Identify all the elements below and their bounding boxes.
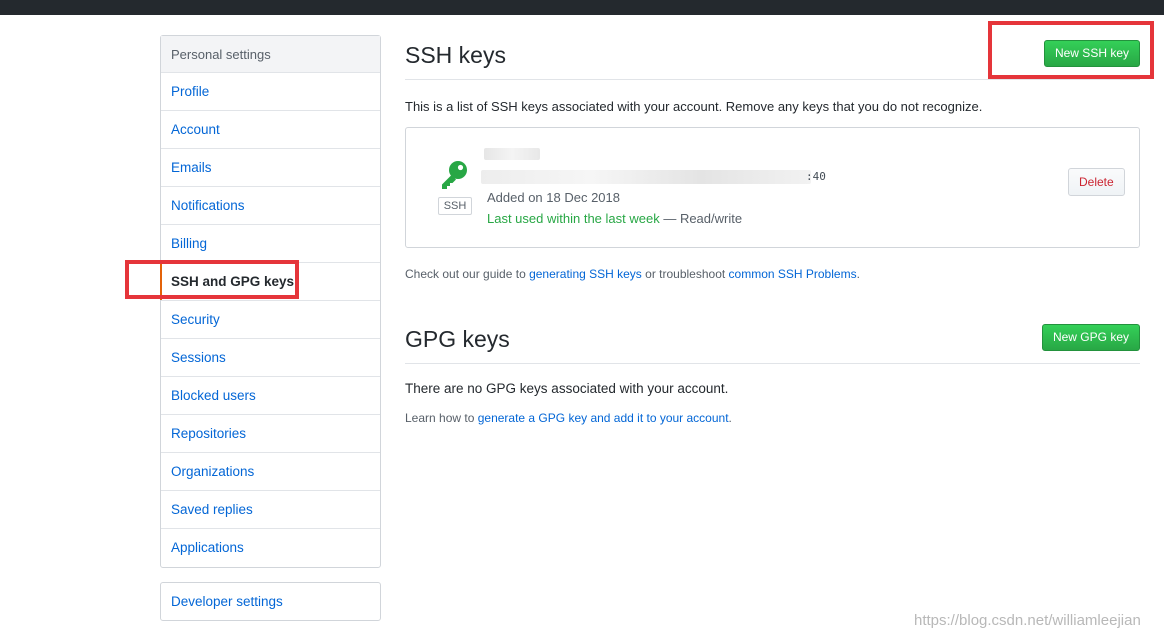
sidebar-heading: Personal settings [161,36,380,73]
ssh-keys-header: SSH keys New SSH key [405,35,1140,80]
ssh-keys-title: SSH keys [405,42,506,68]
sidebar-item-blocked-users[interactable]: Blocked users [161,377,380,415]
key-icon [442,161,467,189]
main-content: SSH keys New SSH key This is a list of S… [405,35,1140,425]
ssh-guide-suffix: . [856,267,860,281]
sidebar-item-billing[interactable]: Billing [161,225,380,263]
ssh-guide-note: Check out our guide to generating SSH ke… [405,267,1140,281]
sidebar-item-organizations[interactable]: Organizations [161,453,380,491]
new-ssh-key-button[interactable]: New SSH key [1043,40,1140,67]
ssh-keys-description: This is a list of SSH keys associated wi… [405,99,983,114]
ssh-guide-prefix: Check out our guide to [405,267,530,281]
sidebar-item-saved-replies[interactable]: Saved replies [161,491,380,529]
common-ssh-problems-link[interactable]: common SSH Problems [729,267,857,281]
new-gpg-key-button[interactable]: New GPG key [1041,324,1140,351]
top-header-bar [0,0,1164,15]
ssh-type-label: SSH [438,197,472,215]
key-last-used: Last used within the last week — Read/wr… [487,211,742,226]
sidebar-item-repositories[interactable]: Repositories [161,415,380,453]
gpg-keys-title: GPG keys [405,326,510,352]
sidebar-item-ssh-gpg-keys[interactable]: SSH and GPG keys [160,263,380,301]
sidebar-item-profile[interactable]: Profile [161,73,380,111]
sidebar-item-account[interactable]: Account [161,111,380,149]
key-fingerprint-redacted [481,170,811,184]
watermark-text: https://blog.csdn.net/williamleejian [914,612,1141,629]
gpg-learn-prefix: Learn how to [405,411,478,425]
key-last-used-text: Last used within the last week [487,211,660,226]
sidebar-item-developer-settings[interactable]: Developer settings [160,582,381,621]
sidebar-item-security[interactable]: Security [161,301,380,339]
gpg-learn-suffix: . [728,411,732,425]
generating-ssh-keys-link[interactable]: generating SSH keys [529,267,642,281]
gpg-empty-message: There are no GPG keys associated with yo… [405,381,729,396]
key-access-level: — Read/write [659,211,743,226]
gpg-keys-header: GPG keys New GPG key [405,319,1140,364]
key-title-redacted [484,148,540,160]
ssh-key-list-item: SSH :40 Added on 18 Dec 2018 Last used w… [405,127,1140,248]
sidebar-item-notifications[interactable]: Notifications [161,187,380,225]
sidebar-item-sessions[interactable]: Sessions [161,339,380,377]
settings-sidebar: Personal settings Profile Account Emails… [160,35,381,568]
key-added-date: Added on 18 Dec 2018 [487,190,620,205]
delete-key-button[interactable]: Delete [1068,168,1125,196]
key-fingerprint-tail: :40 [806,170,826,183]
gpg-learn-note: Learn how to generate a GPG key and add … [405,411,1140,425]
sidebar-item-applications[interactable]: Applications [161,529,380,567]
ssh-guide-middle: or troubleshoot [641,267,729,281]
sidebar-item-emails[interactable]: Emails [161,149,380,187]
generate-gpg-key-link[interactable]: generate a GPG key and add it to your ac… [478,411,729,425]
